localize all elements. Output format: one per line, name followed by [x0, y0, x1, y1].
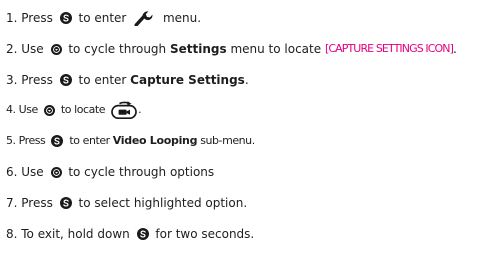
step-1: 1. Press to enter menu.: [6, 10, 201, 26]
instruction-steps: 1. Press to enter menu. 2. Use to cycle …: [0, 0, 491, 256]
down-button-icon: [44, 105, 55, 116]
step-6-prefix: 6. Use: [6, 165, 48, 179]
down-button-icon: [51, 44, 62, 55]
down-button-icon: [51, 167, 62, 178]
wrench-icon: [134, 10, 156, 26]
step-2-middle: to cycle through: [64, 42, 170, 56]
step-7: 7. Press to select highlighted option.: [6, 195, 247, 211]
capture-settings-menu-name: Capture Settings: [130, 73, 245, 87]
step-6-suffix: to cycle through options: [64, 165, 215, 179]
settings-menu-name: Settings: [169, 42, 227, 56]
step-1-prefix: 1. Press: [6, 11, 57, 25]
step-8: 8. To exit, hold down for two seconds.: [6, 226, 254, 242]
step-3-middle: to enter: [74, 73, 131, 87]
step-1-suffix: menu.: [159, 11, 202, 25]
step-4: 4. Use to locate .: [6, 101, 142, 119]
step-6: 6. Use to cycle through options: [6, 164, 214, 180]
step-2: 2. Use to cycle through Settings menu to…: [6, 41, 457, 57]
step-4-middle: to locate: [57, 103, 109, 116]
step-1-middle: to enter: [74, 11, 131, 25]
select-button-icon: [60, 74, 72, 86]
select-button-icon: [51, 135, 63, 147]
step-4-suffix: .: [138, 103, 142, 116]
capture-settings-icon: [111, 101, 137, 119]
step-5-suffix: sub-menu.: [197, 134, 255, 147]
step-5-prefix: 5. Press: [6, 134, 49, 147]
select-button-icon: [60, 197, 72, 209]
video-looping-menu-name: Video Looping: [112, 134, 198, 147]
step-4-prefix: 4. Use: [6, 103, 41, 116]
step-2-suffix: .: [453, 42, 457, 56]
step-3-suffix: .: [244, 73, 249, 87]
step-8-prefix: 8. To exit, hold down: [6, 227, 134, 241]
step-7-suffix: to select highlighted option.: [74, 196, 248, 210]
select-button-icon: [60, 12, 72, 24]
step-3-prefix: 3. Press: [6, 73, 57, 87]
step-5: 5. Press to enter Video Looping sub-menu…: [6, 133, 255, 149]
step-3: 3. Press to enter Capture Settings .: [6, 72, 249, 88]
step-2-prefix: 2. Use: [6, 42, 48, 56]
step-7-prefix: 7. Press: [6, 196, 57, 210]
select-button-icon: [137, 228, 149, 240]
step-5-middle: to enter: [66, 134, 113, 147]
step-8-suffix: for two seconds.: [151, 227, 255, 241]
step-2-middle-2: menu to locate: [226, 42, 325, 56]
capture-settings-placeholder: [CAPTURE SETTINGS ICON]: [324, 42, 454, 55]
